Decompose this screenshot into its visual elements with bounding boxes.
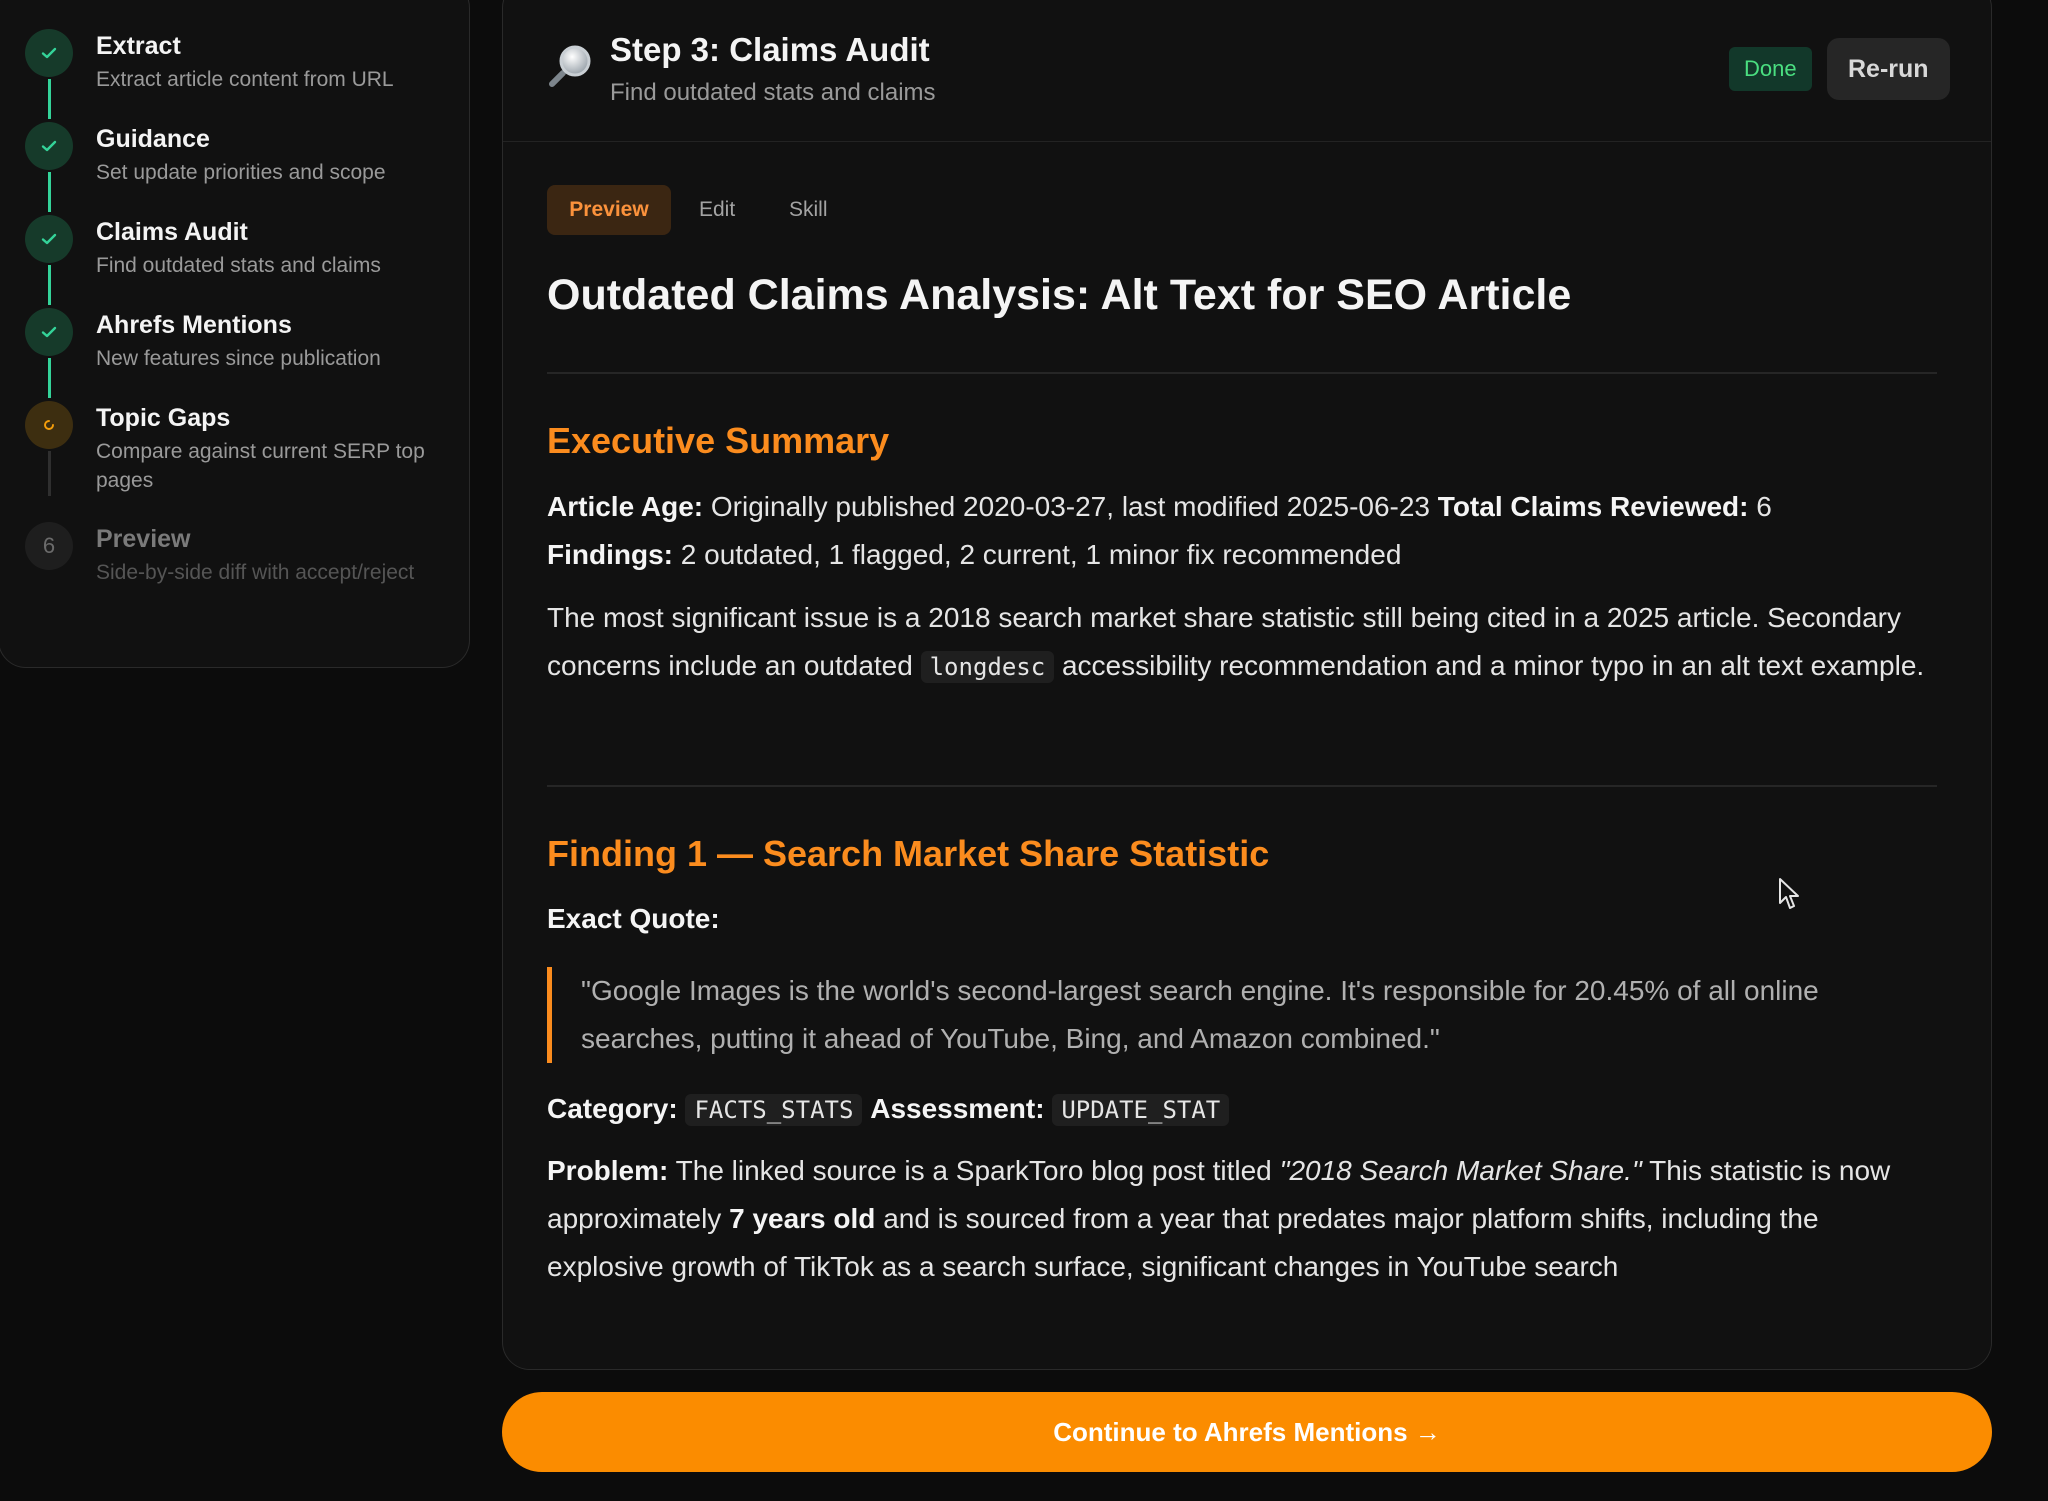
problem-text: The linked source is a SparkToro blog po… [675, 1155, 1272, 1186]
magnifier-icon [549, 45, 591, 87]
tab-skill[interactable]: Skill [789, 185, 828, 235]
problem-emphasis: 7 years old [729, 1203, 876, 1234]
sidebar-step-title: Claims Audit [96, 218, 248, 246]
sidebar-step-desc: Extract article content from URL [96, 68, 394, 91]
step-subtitle: Find outdated stats and claims [610, 79, 936, 106]
section-heading-executive-summary: Executive Summary [547, 420, 890, 461]
total-claims-value: 6 [1756, 491, 1772, 522]
rerun-button[interactable]: Re-run [1827, 38, 1950, 100]
article-age-label: Article Age: [547, 491, 704, 522]
problem-paragraph: Problem: The linked source is a SparkTor… [547, 1147, 1937, 1291]
step-connector [48, 172, 51, 212]
exact-quote-block: "Google Images is the world's second-lar… [547, 967, 1937, 1063]
exact-quote-label: Exact Quote: [547, 895, 1937, 943]
sidebar-step-desc: New features since publication [96, 347, 381, 370]
summary-body: The most significant issue is a 2018 sea… [547, 594, 1937, 691]
findings-value: 2 outdated, 1 flagged, 2 current, 1 mino… [680, 539, 1402, 570]
mouse-cursor-icon [1779, 878, 1799, 909]
divider [547, 372, 1937, 374]
step-connector [48, 358, 51, 398]
findings-label: Findings: [547, 539, 673, 570]
exact-quote-label-text: Exact Quote: [547, 903, 720, 934]
summary-text: accessibility recommendation and a minor… [1061, 650, 1925, 681]
sidebar-step-desc: Side-by-side diff with accept/reject [96, 561, 415, 584]
finding-meta: Category: FACTS_STATS Assessment: UPDATE… [547, 1085, 1937, 1134]
assessment-label: Assessment: [870, 1093, 1045, 1124]
scroll-fade [503, 1309, 1991, 1369]
sidebar-step-title: Ahrefs Mentions [96, 311, 292, 339]
spinner-icon [25, 401, 73, 449]
total-claims-label: Total Claims Reviewed: [1437, 491, 1749, 522]
sidebar-step-title: Guidance [96, 125, 210, 153]
check-icon [25, 122, 73, 170]
summary-stats: Article Age: Originally published 2020-0… [547, 483, 1937, 579]
step-connector [48, 265, 51, 305]
sidebar-step-desc: Set update priorities and scope [96, 161, 386, 184]
category-label: Category: [547, 1093, 678, 1124]
sidebar-step-title: Preview [96, 525, 191, 553]
sidebar-step-title: Extract [96, 32, 181, 60]
workflow-sidebar: Extract Extract article content from URL… [0, 0, 470, 668]
divider [547, 785, 1937, 787]
step-connector [48, 79, 51, 119]
article-age-value: Originally published 2020-03-27, last mo… [710, 491, 1431, 522]
sidebar-step-title: Topic Gaps [96, 404, 231, 432]
step-panel: Step 3: Claims Audit Find outdated stats… [502, 0, 1992, 1370]
check-icon [25, 215, 73, 263]
check-icon [25, 308, 73, 356]
step-title: Step 3: Claims Audit [610, 31, 930, 68]
step-number: 6 [25, 522, 73, 570]
problem-label: Problem: [547, 1155, 669, 1186]
tab-edit[interactable]: Edit [699, 185, 735, 235]
status-badge: Done [1729, 47, 1812, 91]
inline-code: longdesc [920, 651, 1055, 683]
problem-source-title: "2018 Search Market Share." [1279, 1155, 1642, 1186]
step-connector [48, 451, 51, 496]
sidebar-step-desc: Find outdated stats and claims [96, 254, 381, 277]
category-value: FACTS_STATS [685, 1094, 863, 1126]
panel-header: Step 3: Claims Audit Find outdated stats… [503, 0, 1991, 142]
section-heading-finding-1: Finding 1 — Search Market Share Statisti… [547, 833, 1270, 874]
continue-button[interactable]: Continue to Ahrefs Mentions → [502, 1392, 1992, 1472]
check-icon [25, 29, 73, 77]
sidebar-step-desc: Compare against current SERP top pages [96, 440, 425, 492]
tab-preview[interactable]: Preview [547, 185, 671, 235]
assessment-value: UPDATE_STAT [1052, 1094, 1230, 1126]
report-title: Outdated Claims Analysis: Alt Text for S… [547, 271, 1572, 319]
